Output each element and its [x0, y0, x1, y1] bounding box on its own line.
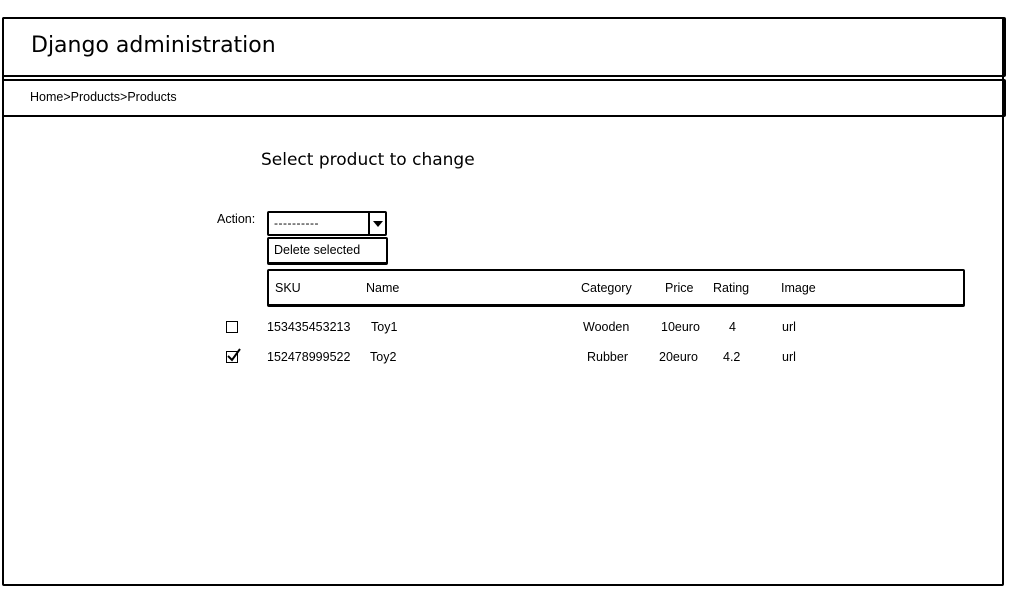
table-row: 153435453213 Toy1 Wooden 10euro 4 url	[0, 320, 1025, 342]
row-checkbox[interactable]	[226, 321, 238, 333]
table-header: SKU Name Category Price Rating Image	[267, 269, 965, 307]
cell-image: url	[782, 320, 796, 334]
checkmark-icon	[227, 348, 241, 362]
dropdown-button[interactable]	[368, 213, 385, 234]
action-option-label: Delete selected	[274, 243, 361, 257]
cell-category: Wooden	[583, 320, 630, 334]
cell-sku: 153435453213	[267, 320, 351, 334]
cell-price: 20euro	[659, 350, 698, 364]
cell-name[interactable]: Toy1	[371, 320, 397, 334]
cell-rating: 4	[729, 320, 736, 334]
action-option-delete-selected[interactable]: Delete selected	[267, 237, 388, 265]
column-header-name[interactable]: Name	[366, 281, 399, 295]
column-header-rating[interactable]: Rating	[713, 281, 749, 295]
page-title: Select product to change	[261, 150, 475, 170]
row-checkbox-checked[interactable]	[226, 348, 241, 363]
action-select-value: ----------	[274, 216, 319, 230]
column-header-category[interactable]: Category	[581, 281, 632, 295]
breadcrumb-separator: >	[63, 90, 71, 104]
table-row: 152478999522 Toy2 Rubber 20euro 4.2 url	[0, 348, 1025, 372]
breadcrumb-home[interactable]: Home	[30, 90, 63, 104]
site-title: Django administration	[31, 33, 276, 58]
site-header: Django administration	[2, 17, 1006, 77]
column-header-sku[interactable]: SKU	[275, 281, 301, 295]
cell-category: Rubber	[587, 350, 628, 364]
breadcrumb-products-app[interactable]: Products	[71, 90, 120, 104]
column-header-price[interactable]: Price	[665, 281, 693, 295]
column-header-image[interactable]: Image	[781, 281, 816, 295]
action-select[interactable]: ----------	[267, 211, 387, 236]
cell-sku: 152478999522	[267, 350, 351, 364]
breadcrumb-current: Products	[127, 90, 177, 104]
chevron-down-icon	[373, 221, 383, 227]
cell-price: 10euro	[661, 320, 700, 334]
breadcrumb: Home>Products>Products	[2, 79, 1006, 117]
cell-image: url	[782, 350, 796, 364]
cell-name[interactable]: Toy2	[370, 350, 396, 364]
action-label: Action:	[217, 212, 256, 226]
cell-rating: 4.2	[723, 350, 741, 364]
